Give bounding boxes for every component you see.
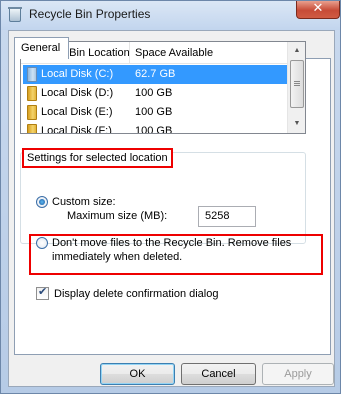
folder-icon bbox=[27, 124, 37, 133]
close-button[interactable]: ✕ bbox=[296, 1, 340, 19]
list-row-d[interactable]: Local Disk (D:) 100 GB bbox=[23, 84, 287, 103]
custom-size-label[interactable]: Custom size: bbox=[52, 196, 116, 208]
column-divider[interactable] bbox=[129, 42, 130, 64]
row-space: 100 GB bbox=[135, 87, 173, 99]
scroll-thumb[interactable] bbox=[290, 60, 304, 108]
ok-button[interactable]: OK bbox=[100, 363, 175, 385]
max-size-label: Maximum size (MB): bbox=[67, 210, 168, 222]
recycle-bin-properties-window: Recycle Bin Properties ✕ General Recycle… bbox=[0, 0, 341, 394]
dont-move-label-line2[interactable]: immediately when deleted. bbox=[52, 251, 182, 263]
list-row-f[interactable]: Local Disk (F:) 100 GB bbox=[23, 122, 287, 133]
dont-move-radio[interactable] bbox=[36, 237, 48, 249]
column-header-space[interactable]: Space Available bbox=[135, 47, 213, 59]
confirm-dialog-checkbox[interactable] bbox=[36, 285, 49, 300]
custom-size-radio[interactable] bbox=[36, 196, 48, 208]
recycle-bin-icon bbox=[8, 7, 22, 22]
scroll-down-arrow-icon[interactable]: ▼ bbox=[289, 116, 305, 132]
row-space: 100 GB bbox=[135, 106, 173, 118]
window-title: Recycle Bin Properties bbox=[29, 7, 151, 21]
confirm-dialog-label[interactable]: Display delete confirmation dialog bbox=[54, 288, 218, 300]
drive-icon bbox=[27, 67, 37, 82]
row-space: 100 GB bbox=[135, 125, 173, 133]
tab-general[interactable]: General bbox=[14, 37, 69, 59]
list-row-c[interactable]: Local Disk (C:) 62.7 GB bbox=[23, 65, 287, 84]
row-name: Local Disk (E:) bbox=[41, 106, 113, 118]
list-row-e[interactable]: Local Disk (E:) 100 GB bbox=[23, 103, 287, 122]
settings-group-label: Settings for selected location bbox=[22, 148, 173, 168]
row-space: 62.7 GB bbox=[135, 68, 176, 80]
dont-move-label-line1[interactable]: Don't move files to the Recycle Bin. Rem… bbox=[52, 237, 291, 249]
row-name: Local Disk (F:) bbox=[41, 125, 112, 133]
max-size-input[interactable]: 5258 bbox=[198, 206, 256, 227]
row-name: Local Disk (C:) bbox=[41, 68, 114, 80]
row-name: Local Disk (D:) bbox=[41, 87, 114, 99]
folder-icon bbox=[27, 105, 37, 120]
scroll-up-arrow-icon[interactable]: ▲ bbox=[289, 43, 305, 59]
folder-icon bbox=[27, 86, 37, 101]
title-bar[interactable]: Recycle Bin Properties ✕ bbox=[1, 1, 340, 30]
list-vertical-scrollbar[interactable]: ▲ ▼ bbox=[287, 42, 305, 133]
apply-button[interactable]: Apply bbox=[262, 363, 334, 385]
cancel-button[interactable]: Cancel bbox=[181, 363, 256, 385]
